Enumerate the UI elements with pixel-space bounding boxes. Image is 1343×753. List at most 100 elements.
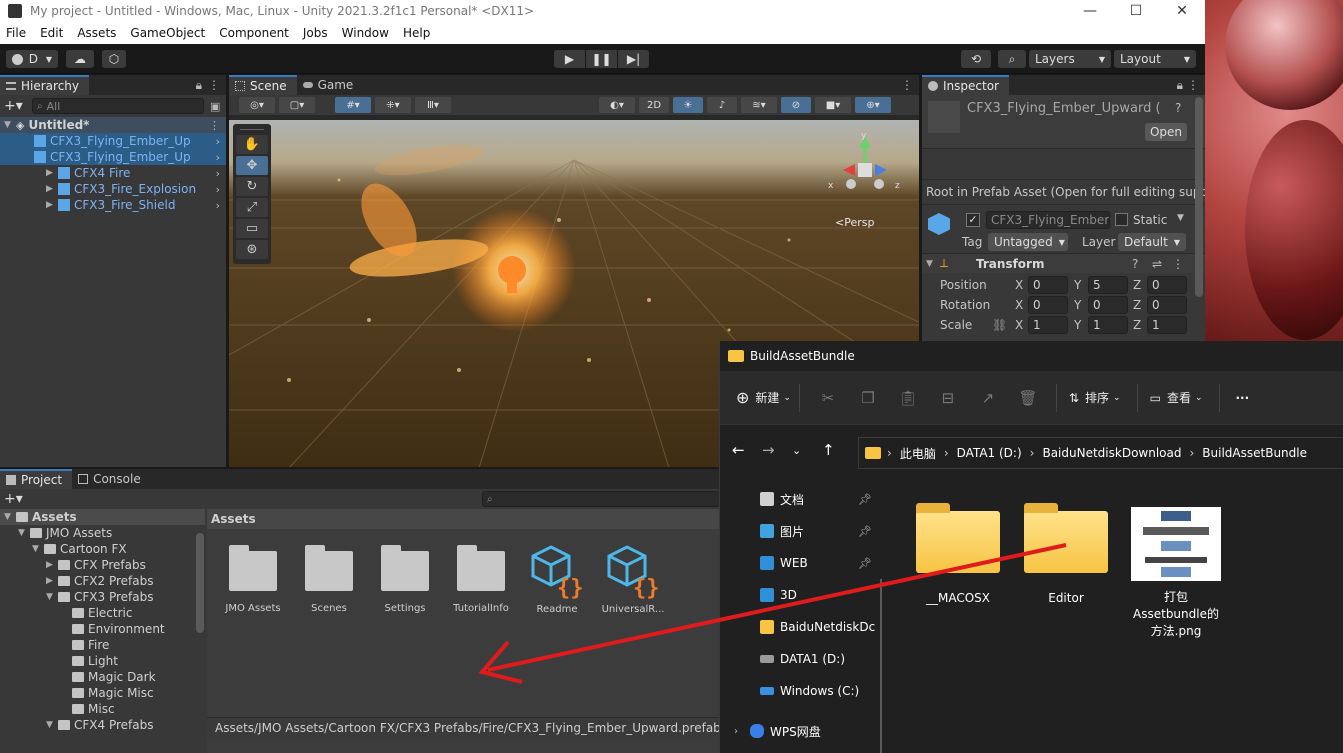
preset-icon[interactable]: ⇌ bbox=[1152, 257, 1162, 271]
more-options-icon[interactable]: ⋮ bbox=[901, 78, 913, 92]
cut-icon[interactable]: ✂ bbox=[808, 389, 848, 407]
tree-item[interactable]: ▼ CFX4 Prefabs bbox=[0, 717, 205, 733]
tab-game[interactable]: Game bbox=[297, 75, 364, 95]
cloud-button[interactable]: ☁ bbox=[66, 50, 94, 68]
more-options-icon[interactable]: ⋮ bbox=[209, 119, 220, 132]
nav-item-windows[interactable]: Windows (C:) bbox=[720, 675, 880, 707]
scene-row[interactable]: ▼ ◈ Untitled* ⋮ bbox=[0, 117, 226, 133]
forward-arrow-icon[interactable]: → bbox=[762, 441, 792, 459]
position-y-field[interactable]: 5 bbox=[1088, 276, 1128, 294]
pin-icon[interactable]: 📌︎ bbox=[858, 525, 872, 538]
tree-item[interactable]: Magic Dark bbox=[0, 669, 205, 685]
address-bar[interactable]: › 此电脑 › DATA1 (D:) › BaiduNetdiskDownloa… bbox=[858, 437, 1343, 469]
rotation-x-field[interactable]: 0 bbox=[1028, 296, 1068, 314]
hierarchy-item[interactable]: ▶ CFX3_Fire_Shield › bbox=[0, 197, 226, 213]
scale-tool-button[interactable]: ⤢ bbox=[236, 198, 268, 217]
chevron-right-icon[interactable]: › bbox=[216, 183, 220, 196]
tree-item[interactable]: Fire bbox=[0, 637, 205, 653]
file-item[interactable]: __MACOSX bbox=[908, 503, 1008, 605]
asset-item[interactable]: Settings bbox=[373, 545, 437, 614]
breadcrumb-item[interactable]: DATA1 (D:) bbox=[957, 446, 1022, 460]
drag-handle-icon[interactable] bbox=[240, 129, 264, 133]
nav-item-wps[interactable]: › WPS网盘 bbox=[720, 715, 880, 747]
menu-window[interactable]: Window bbox=[342, 26, 389, 40]
object-name-field[interactable]: CFX3_Flying_Ember_ bbox=[986, 211, 1110, 229]
collab-button[interactable]: ⬡ bbox=[102, 50, 126, 68]
layers-dropdown[interactable]: Layers ▼ bbox=[1029, 50, 1111, 68]
menu-gameobject[interactable]: GameObject bbox=[130, 26, 205, 40]
tab-inspector[interactable]: Inspector bbox=[922, 75, 1009, 95]
add-icon[interactable]: +▾ bbox=[4, 491, 23, 507]
asset-item[interactable]: Scenes bbox=[297, 545, 361, 614]
breadcrumb-item[interactable]: BuildAssetBundle bbox=[1202, 446, 1307, 460]
hierarchy-search-input[interactable]: ⌕ All bbox=[32, 98, 204, 114]
lock-icon[interactable]: 🔒︎ bbox=[196, 78, 202, 93]
orientation-gizmo[interactable]: y x z bbox=[825, 130, 905, 210]
effects-dropdown[interactable]: ≋▾ bbox=[741, 97, 777, 113]
recent-locations-icon[interactable]: ⌄ bbox=[792, 444, 822, 457]
nav-item-baidu[interactable]: BaiduNetdiskDc bbox=[720, 611, 880, 643]
scale-z-field[interactable]: 1 bbox=[1147, 316, 1187, 334]
rotation-y-field[interactable]: 0 bbox=[1088, 296, 1128, 314]
menu-file[interactable]: File bbox=[6, 26, 26, 40]
tree-item[interactable]: Environment bbox=[0, 621, 205, 637]
back-arrow-icon[interactable]: ← bbox=[732, 441, 762, 459]
tree-item[interactable]: ▼ CFX3 Prefabs bbox=[0, 589, 205, 605]
asset-item[interactable]: TutorialInfo bbox=[449, 545, 513, 614]
camera-dropdown[interactable]: ■▾ bbox=[815, 97, 851, 113]
rotation-z-field[interactable]: 0 bbox=[1147, 296, 1187, 314]
view-button[interactable]: ▭ 查看 ⌄ bbox=[1150, 389, 1203, 406]
help-icon[interactable]: ? bbox=[1132, 257, 1138, 271]
hierarchy-item[interactable]: ▶ CFX3_Fire_Explosion › bbox=[0, 181, 226, 197]
share-icon[interactable]: ↗ bbox=[968, 389, 1008, 407]
delete-icon[interactable]: 🗑︎ bbox=[1008, 389, 1048, 407]
audio-toggle[interactable]: ♪ bbox=[707, 97, 737, 113]
lighting-toggle[interactable]: ☀ bbox=[673, 97, 703, 113]
more-options-button[interactable]: ··· bbox=[1236, 391, 1250, 405]
open-button[interactable]: Open bbox=[1145, 123, 1187, 141]
hand-tool-button[interactable]: ✋ bbox=[236, 135, 268, 154]
tree-item[interactable]: Magic Misc bbox=[0, 685, 205, 701]
scale-y-field[interactable]: 1 bbox=[1088, 316, 1128, 334]
active-checkbox[interactable]: ✓ bbox=[966, 213, 980, 227]
lock-icon[interactable]: 🔒︎ bbox=[1177, 78, 1183, 93]
pause-button[interactable]: ❚❚ bbox=[586, 50, 617, 68]
maximize-button[interactable]: ☐ bbox=[1113, 3, 1159, 19]
scale-x-field[interactable]: 1 bbox=[1028, 316, 1068, 334]
menu-jobs[interactable]: Jobs bbox=[303, 26, 328, 40]
up-arrow-icon[interactable]: ↑ bbox=[822, 441, 852, 459]
rotate-tool-button[interactable]: ↻ bbox=[236, 177, 268, 196]
asset-item[interactable]: {} UniversalR... bbox=[601, 543, 665, 615]
chevron-right-icon[interactable]: › bbox=[734, 726, 750, 737]
nav-item-web[interactable]: WEB 📌︎ bbox=[720, 547, 880, 579]
pin-icon[interactable]: 📌︎ bbox=[858, 493, 872, 506]
transform-header[interactable]: ▼ ⟂ Transform ? ⇌ ⋮ bbox=[922, 253, 1205, 273]
sort-button[interactable]: ⇅ 排序 ⌄ bbox=[1069, 389, 1121, 406]
tree-scrollbar[interactable] bbox=[196, 533, 204, 633]
asset-item[interactable]: {} Readme bbox=[525, 543, 589, 615]
copy-icon[interactable]: ❐ bbox=[848, 389, 888, 407]
file-item[interactable]: 打包 Assetbundle的 方法.png bbox=[1124, 507, 1228, 640]
account-dropdown[interactable]: D ▼ bbox=[6, 50, 58, 68]
shading-dropdown[interactable]: ▢▾ bbox=[279, 97, 315, 113]
play-button[interactable]: ▶ bbox=[554, 50, 585, 68]
inspector-scrollbar[interactable] bbox=[1195, 97, 1203, 297]
gizmos-dropdown[interactable]: ⊕▾ bbox=[855, 97, 891, 113]
hierarchy-item[interactable]: CFX3_Flying_Ember_Up › bbox=[0, 133, 226, 149]
menu-edit[interactable]: Edit bbox=[40, 26, 63, 40]
breadcrumb-item[interactable]: BaiduNetdiskDownload bbox=[1042, 446, 1181, 460]
increment-snap-dropdown[interactable]: Ⅲ▾ bbox=[415, 97, 451, 113]
more-options-icon[interactable]: ⋮ bbox=[208, 78, 220, 92]
tab-console[interactable]: Console bbox=[72, 469, 151, 489]
minimize-button[interactable]: — bbox=[1067, 3, 1113, 19]
chevron-right-icon[interactable]: › bbox=[216, 135, 220, 148]
transform-tool-button[interactable]: ⊛ bbox=[236, 240, 268, 259]
tree-item-assets[interactable]: ▼ Assets bbox=[0, 509, 205, 525]
tab-project[interactable]: Project bbox=[0, 469, 73, 489]
more-options-icon[interactable]: ⋮ bbox=[1172, 257, 1184, 271]
hierarchy-item[interactable]: ▶ CFX4 Fire › bbox=[0, 165, 226, 181]
search-button[interactable]: ⌕ bbox=[998, 50, 1026, 68]
layer-dropdown[interactable]: Default ▼ bbox=[1118, 233, 1186, 251]
nav-item-documents[interactable]: 文档 📌︎ bbox=[720, 483, 880, 515]
tree-item[interactable]: ▼ JMO Assets bbox=[0, 525, 205, 541]
